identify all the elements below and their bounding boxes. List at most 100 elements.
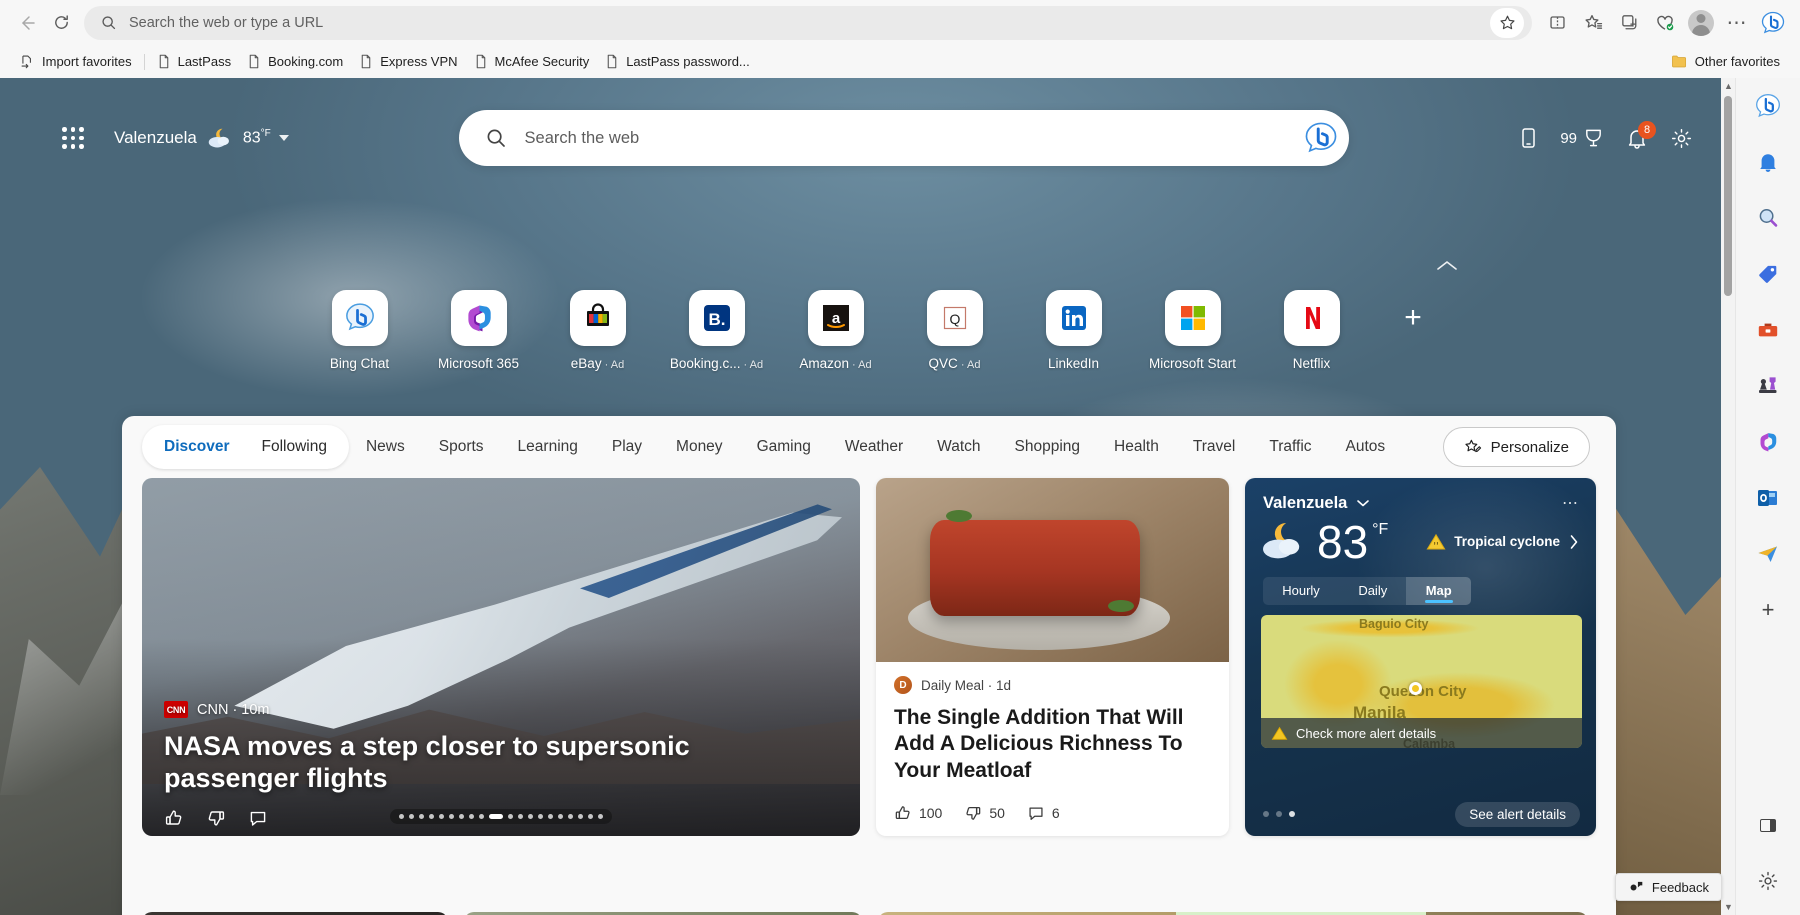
bing-copilot-icon[interactable] <box>1756 6 1790 40</box>
split-pane-icon[interactable] <box>1748 805 1788 845</box>
tab-weather[interactable]: Weather <box>828 429 920 465</box>
microsoft-365-icon[interactable] <box>1748 422 1788 462</box>
favorites-icon[interactable] <box>1576 6 1610 40</box>
star-icon[interactable] <box>1490 8 1524 38</box>
collections-icon[interactable] <box>1612 6 1646 40</box>
add-quick-link-button[interactable]: + <box>1391 296 1435 340</box>
search-box[interactable]: Search the web <box>459 110 1349 166</box>
settings-more-icon[interactable]: ⋯ <box>1720 6 1754 40</box>
weather-map[interactable]: Baguio City Quezon City Manila Calamba C… <box>1261 615 1582 748</box>
rewards-chip[interactable]: 99 <box>1560 127 1604 149</box>
weather-tab-hourly[interactable]: Hourly <box>1263 577 1339 605</box>
scroll-down-arrow[interactable]: ▼ <box>1724 902 1732 912</box>
article-card-hero[interactable]: CNN CNN · 10m NASA moves a step closer t… <box>142 478 860 836</box>
meal-like[interactable]: 100 <box>894 804 942 822</box>
notifications-bell-icon[interactable] <box>1748 142 1788 182</box>
meal-headline[interactable]: The Single Addition That Will Add A Deli… <box>894 705 1211 784</box>
feedback-button[interactable]: Feedback <box>1615 873 1722 901</box>
more-options-icon[interactable]: ⋯ <box>1562 493 1580 513</box>
search-icon[interactable] <box>1748 198 1788 238</box>
tab-health[interactable]: Health <box>1097 429 1176 465</box>
address-input-placeholder[interactable]: Search the web or type a URL <box>129 15 1490 31</box>
bookmark-mcafee-security[interactable]: McAfee Security <box>466 51 598 72</box>
quick-link-booking[interactable]: B. Booking.c... · Ad <box>657 290 776 371</box>
hero-image-plane <box>222 508 842 738</box>
tab-sports[interactable]: Sports <box>422 429 501 465</box>
app-launcher-icon[interactable] <box>58 123 88 153</box>
mobile-device-icon[interactable] <box>1518 126 1538 150</box>
bookmark-booking[interactable]: Booking.com <box>239 51 351 72</box>
thumbs-down-icon[interactable] <box>206 808 226 828</box>
bookmark-import-favorites[interactable]: Import favorites <box>12 51 140 72</box>
shopping-tag-icon[interactable] <box>1748 254 1788 294</box>
split-screen-icon[interactable] <box>1540 6 1574 40</box>
scrollbar-thumb[interactable] <box>1724 96 1732 296</box>
bookmark-lastpass-password[interactable]: LastPass password... <box>597 51 758 72</box>
address-bar[interactable]: Search the web or type a URL <box>84 6 1532 40</box>
hero-carousel-dots[interactable] <box>390 809 612 824</box>
bookmark-lastpass[interactable]: LastPass <box>149 51 239 72</box>
tab-discover[interactable]: Discover <box>148 429 245 465</box>
map-label-baguio-city: Baguio City <box>1359 617 1428 631</box>
chevron-down-icon[interactable] <box>279 135 289 141</box>
tab-watch[interactable]: Watch <box>920 429 997 465</box>
see-alert-details-button[interactable]: See alert details <box>1455 802 1580 827</box>
outlook-icon[interactable] <box>1748 478 1788 518</box>
profile-avatar-icon[interactable] <box>1684 6 1718 40</box>
quick-link-microsoft-365[interactable]: Microsoft 365 <box>419 290 538 371</box>
weather-card[interactable]: Valenzuela ⋯ 83 °F <box>1245 478 1596 836</box>
quick-link-qvc[interactable]: Q QVC · Ad <box>895 290 1014 371</box>
tab-traffic[interactable]: Traffic <box>1252 429 1328 465</box>
quick-link-ebay[interactable]: eBay · Ad <box>538 290 657 371</box>
paper-plane-icon[interactable] <box>1748 534 1788 574</box>
back-arrow-icon[interactable] <box>10 6 44 40</box>
settings-gear-icon[interactable] <box>1748 861 1788 901</box>
comment-icon[interactable] <box>248 808 268 828</box>
tab-gaming[interactable]: Gaming <box>740 429 828 465</box>
thumbs-up-icon[interactable] <box>164 808 184 828</box>
meal-comment-count: 6 <box>1052 805 1060 821</box>
article-card-daily-meal[interactable]: D Daily Meal · 1d The Single Addition Th… <box>876 478 1229 836</box>
quick-link-netflix[interactable]: Netflix <box>1252 290 1371 371</box>
bookmark-express-vpn[interactable]: Express VPN <box>351 51 465 72</box>
tab-learning[interactable]: Learning <box>501 429 595 465</box>
quick-link-microsoft-start[interactable]: Microsoft Start <box>1133 290 1252 371</box>
weather-tab-daily[interactable]: Daily <box>1339 577 1406 605</box>
tab-money[interactable]: Money <box>659 429 740 465</box>
tab-shopping[interactable]: Shopping <box>998 429 1098 465</box>
personalize-button[interactable]: Personalize <box>1443 427 1590 467</box>
notifications-badge: 8 <box>1638 121 1656 139</box>
weather-tab-map[interactable]: Map <box>1406 577 1471 605</box>
tools-icon[interactable] <box>1748 310 1788 350</box>
games-icon[interactable] <box>1748 366 1788 406</box>
browser-essentials-icon[interactable] <box>1648 6 1682 40</box>
weather-pager[interactable] <box>1263 811 1295 817</box>
add-icon[interactable]: + <box>1748 590 1788 630</box>
bing-copilot-icon[interactable] <box>1748 86 1788 126</box>
quick-link-amazon[interactable]: a Amazon · Ad <box>776 290 895 371</box>
scroll-up-arrow[interactable]: ▲ <box>1724 81 1732 91</box>
bing-chat-icon[interactable] <box>1303 120 1339 156</box>
feed-cards-row-1: CNN CNN · 10m NASA moves a step closer t… <box>122 478 1616 898</box>
search-input-placeholder[interactable]: Search the web <box>525 129 1303 148</box>
chevron-up-icon[interactable] <box>1434 258 1460 279</box>
tab-news[interactable]: News <box>349 429 422 465</box>
weather-location-chip[interactable]: Valenzuela 83°F <box>114 126 289 150</box>
tab-play[interactable]: Play <box>595 429 659 465</box>
page-scrollbar[interactable]: ▲ ▼ <box>1721 78 1735 915</box>
quick-link-bing-chat[interactable]: Bing Chat <box>300 290 419 371</box>
other-favorites-folder[interactable]: Other favorites <box>1663 51 1788 72</box>
weather-card-footer: See alert details <box>1245 800 1596 828</box>
tab-travel[interactable]: Travel <box>1176 429 1253 465</box>
refresh-icon[interactable] <box>44 6 78 40</box>
meal-dislike[interactable]: 50 <box>964 804 1005 822</box>
notifications-button[interactable]: 8 <box>1626 127 1648 150</box>
gear-icon[interactable] <box>1670 127 1693 150</box>
tab-autos[interactable]: Autos <box>1329 429 1403 465</box>
map-alert-bar[interactable]: Check more alert details <box>1261 718 1582 748</box>
tab-following[interactable]: Following <box>245 429 342 465</box>
hero-headline[interactable]: NASA moves a step closer to supersonic p… <box>164 730 794 794</box>
bing-chat-icon <box>332 290 388 346</box>
meal-comments[interactable]: 6 <box>1027 804 1060 822</box>
quick-link-linkedin[interactable]: LinkedIn <box>1014 290 1133 371</box>
